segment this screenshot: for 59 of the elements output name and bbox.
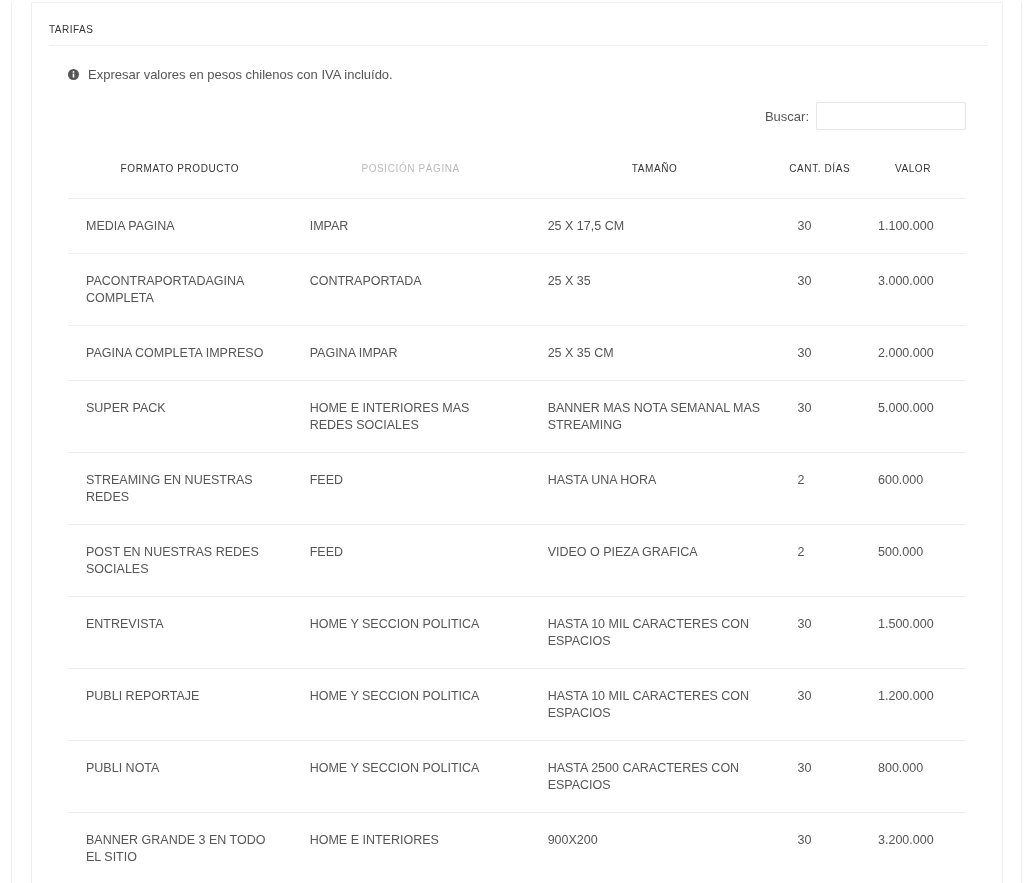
table-cell: 2 [779,452,860,525]
table-cell: VIDEO O PIEZA GRAFICA [529,524,780,597]
table-cell: HASTA 10 MIL CARACTERES CON ESPACIOS [529,668,780,741]
table-cell: 900X200 [529,812,780,883]
info-icon [68,69,79,80]
table-cell: FEED [291,452,530,525]
table-cell: PAGINA IMPAR [291,325,530,381]
table-cell: PACONTRAPORTADAGINA COMPLETA [68,253,292,326]
table-cell: PAGINA COMPLETA IMPRESO [68,325,292,381]
column-header[interactable]: TAMAÑO [529,138,780,199]
table-cell: CONTRAPORTADA [291,253,530,326]
table-cell: BANNER MAS NOTA SEMANAL MAS STREAMING [529,380,780,453]
search-field[interactable] [816,102,966,130]
table-cell: HASTA 10 MIL CARACTERES CON ESPACIOS [529,596,780,669]
column-header[interactable]: CANT. DÍAS [779,138,860,199]
search-label: Buscar: [764,108,809,124]
table-cell: HOME Y SECCION POLITICA [291,668,530,741]
table-cell: 1.100.000 [860,198,966,254]
table-cell: MEDIA PAGINA [68,198,292,254]
table-cell: ENTREVISTA [68,596,292,669]
table-cell: 1.500.000 [860,596,966,669]
table-cell: 500.000 [860,524,966,597]
table-cell: SUPER PACK [68,380,292,453]
table-cell: 600.000 [860,452,966,525]
table-cell: PUBLI REPORTAJE [68,668,292,741]
table-cell: 30 [779,668,860,741]
table-cell: HOME Y SECCION POLITICA [291,596,530,669]
column-header[interactable]: FORMATO PRODUCTO [68,138,292,199]
column-header[interactable]: VALOR [860,138,966,199]
table-cell: 5.000.000 [860,380,966,453]
table-cell: 1.200.000 [860,668,966,741]
table-cell: PUBLI NOTA [68,740,292,813]
table-cell: 25 X 17,5 CM [529,198,780,254]
table-cell: 800.000 [860,740,966,813]
table-cell: 30 [779,596,860,669]
table-cell: 30 [779,253,860,326]
table-cell: HOME E INTERIORES [291,812,530,883]
table-cell: 25 X 35 [529,253,780,326]
table-cell: POST EN NUESTRAS REDES SOCIALES [68,524,292,597]
table-cell: 3.000.000 [860,253,966,326]
table-cell: 30 [779,325,860,381]
table-cell: FEED [291,524,530,597]
table-cell: 25 X 35 CM [529,325,780,381]
table-cell: 30 [779,740,860,813]
table-cell: BANNER GRANDE 3 EN TODO EL SITIO [68,812,292,883]
table-cell: 30 [779,812,860,883]
table-cell: 3.200.000 [860,812,966,883]
table-cell: STREAMING EN NUESTRAS REDES [68,452,292,525]
table-cell: HASTA UNA HORA [529,452,780,525]
table-cell: HASTA 2500 CARACTERES CON ESPACIOS [529,740,780,813]
notice-text: Expresar valores en pesos chilenos con IVA incluído. [88,67,393,82]
table-cell: IMPAR [291,198,530,254]
table-cell: 30 [779,198,860,254]
table-cell: 2.000.000 [860,325,966,381]
table-cell: 2 [779,524,860,597]
table-cell: HOME E INTERIORES MAS REDES SOCIALES [291,380,530,453]
card-title: TARIFAS [49,3,988,46]
table-cell: HOME Y SECCION POLITICA [291,740,530,813]
table-cell: 30 [779,380,860,453]
